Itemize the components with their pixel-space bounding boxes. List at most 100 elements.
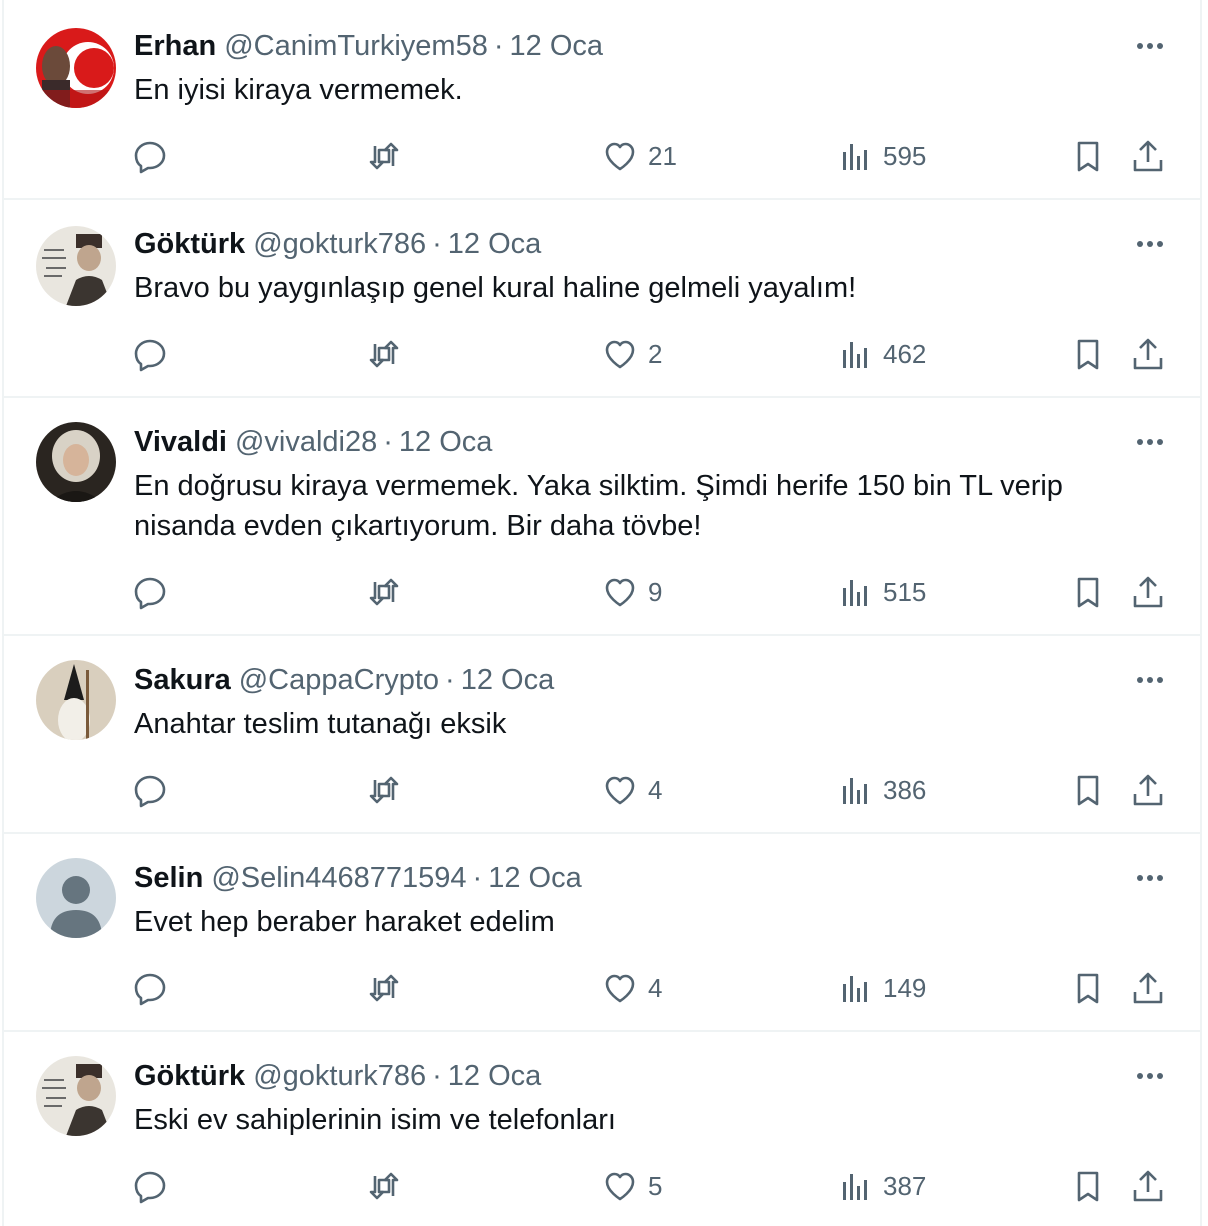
user-handle[interactable]: @gokturk786 xyxy=(253,1060,426,1093)
views-button[interactable]: 462 xyxy=(837,334,926,374)
repost-icon xyxy=(369,142,399,170)
avatar[interactable] xyxy=(36,858,116,938)
view-count: 595 xyxy=(883,140,927,171)
views-button[interactable]: 149 xyxy=(837,968,926,1008)
repost-button[interactable] xyxy=(366,334,402,374)
more-options-button[interactable] xyxy=(1130,422,1170,462)
user-handle[interactable]: @Selin4468771594 xyxy=(211,862,466,895)
share-button[interactable] xyxy=(1130,136,1166,176)
more-options-button[interactable] xyxy=(1130,1056,1170,1096)
repost-icon xyxy=(369,578,399,606)
avatar[interactable] xyxy=(36,28,116,108)
user-handle[interactable]: @CappaCrypto xyxy=(239,664,439,697)
reply-button[interactable] xyxy=(132,136,168,176)
user-handle[interactable]: @vivaldi28 xyxy=(235,426,377,459)
repost-button[interactable] xyxy=(366,770,402,810)
display-name[interactable]: Göktürk xyxy=(134,1060,245,1093)
bookmark-button[interactable] xyxy=(1070,136,1106,176)
timestamp[interactable]: 12 Oca xyxy=(488,862,582,895)
reply-icon xyxy=(134,973,166,1006)
reply-header: Vivaldi @vivaldi28 · 12 Oca xyxy=(134,422,492,462)
like-button[interactable]: 4 xyxy=(602,968,662,1008)
like-button[interactable]: 2 xyxy=(602,334,662,374)
share-button[interactable] xyxy=(1130,968,1166,1008)
separator-dot: · xyxy=(432,227,442,260)
user-handle[interactable]: @CanimTurkiyem58 xyxy=(224,30,488,63)
heart-icon xyxy=(605,142,635,171)
views-button[interactable]: 386 xyxy=(837,770,926,810)
reply-item[interactable]: Selin @Selin4468771594 · 12 Oca Evet hep… xyxy=(4,834,1200,1032)
views-button[interactable]: 595 xyxy=(837,136,926,176)
repost-button[interactable] xyxy=(366,1166,402,1206)
views-chart-icon xyxy=(843,1174,867,1200)
more-options-button[interactable] xyxy=(1130,224,1170,264)
timestamp[interactable]: 12 Oca xyxy=(510,30,604,63)
bookmark-icon xyxy=(1077,973,1099,1004)
reply-item[interactable]: Sakura @CappaCrypto · 12 Oca Anahtar tes… xyxy=(4,636,1200,834)
bookmark-button[interactable] xyxy=(1070,968,1106,1008)
display-name[interactable]: Selin xyxy=(134,862,203,895)
avatar[interactable] xyxy=(36,422,116,502)
heart-icon xyxy=(605,1172,635,1201)
action-bar: 5 387 xyxy=(4,1166,1200,1206)
reply-button[interactable] xyxy=(132,572,168,612)
more-options-button[interactable] xyxy=(1130,26,1170,66)
default-avatar-image xyxy=(36,858,116,938)
repost-button[interactable] xyxy=(366,572,402,612)
reply-item[interactable]: Erhan @CanimTurkiyem58 · 12 Oca En iyisi… xyxy=(4,0,1200,200)
reply-button[interactable] xyxy=(132,968,168,1008)
action-bar: 4 149 xyxy=(4,968,1200,1008)
repost-button[interactable] xyxy=(366,136,402,176)
view-count: 387 xyxy=(883,1170,927,1201)
like-button[interactable]: 4 xyxy=(602,770,662,810)
avatar[interactable] xyxy=(36,660,116,740)
view-count: 515 xyxy=(883,576,927,607)
reply-button[interactable] xyxy=(132,334,168,374)
avatar[interactable] xyxy=(36,226,116,306)
repost-button[interactable] xyxy=(366,968,402,1008)
reply-text: Evet hep beraber haraket edelim xyxy=(134,906,555,938)
more-dots-icon xyxy=(1137,1073,1163,1079)
more-dots-icon xyxy=(1137,439,1163,445)
share-button[interactable] xyxy=(1130,334,1166,374)
bookmark-button[interactable] xyxy=(1070,334,1106,374)
bookmark-button[interactable] xyxy=(1070,1166,1106,1206)
reply-item[interactable]: Göktürk @gokturk786 · 12 Oca Bravo bu ya… xyxy=(4,200,1200,398)
like-button[interactable]: 9 xyxy=(602,572,662,612)
heart-icon xyxy=(605,974,635,1003)
reply-item[interactable]: Göktürk @gokturk786 · 12 Oca Eski ev sah… xyxy=(4,1032,1200,1226)
display-name[interactable]: Sakura xyxy=(134,664,231,697)
reply-item[interactable]: Vivaldi @vivaldi28 · 12 Oca En doğrusu k… xyxy=(4,398,1200,636)
more-options-button[interactable] xyxy=(1130,858,1170,898)
views-button[interactable]: 387 xyxy=(837,1166,926,1206)
bookmark-button[interactable] xyxy=(1070,572,1106,612)
timestamp[interactable]: 12 Oca xyxy=(448,228,542,261)
like-count: 9 xyxy=(648,576,663,607)
user-handle[interactable]: @gokturk786 xyxy=(253,228,426,261)
timestamp[interactable]: 12 Oca xyxy=(461,664,555,697)
share-button[interactable] xyxy=(1130,1166,1166,1206)
share-icon xyxy=(1133,972,1163,1004)
repost-icon xyxy=(369,776,399,804)
display-name[interactable]: Göktürk xyxy=(134,228,245,261)
share-button[interactable] xyxy=(1130,572,1166,612)
timestamp[interactable]: 12 Oca xyxy=(399,426,493,459)
like-button[interactable]: 5 xyxy=(602,1166,662,1206)
timestamp[interactable]: 12 Oca xyxy=(448,1060,542,1093)
display-name[interactable]: Erhan xyxy=(134,30,216,63)
share-button[interactable] xyxy=(1130,770,1166,810)
more-options-button[interactable] xyxy=(1130,660,1170,700)
share-icon xyxy=(1133,1170,1163,1202)
like-count: 21 xyxy=(648,140,677,171)
avatar[interactable] xyxy=(36,1056,116,1136)
separator-dot: · xyxy=(493,29,504,62)
views-button[interactable]: 515 xyxy=(837,572,926,612)
bookmark-button[interactable] xyxy=(1070,770,1106,810)
like-button[interactable]: 21 xyxy=(602,136,677,176)
reply-button[interactable] xyxy=(132,1166,168,1206)
display-name[interactable]: Vivaldi xyxy=(134,426,227,459)
reply-button[interactable] xyxy=(132,770,168,810)
reply-header: Selin @Selin4468771594 · 12 Oca xyxy=(134,858,582,898)
reply-icon xyxy=(134,577,166,610)
separator-dot: · xyxy=(445,663,455,696)
